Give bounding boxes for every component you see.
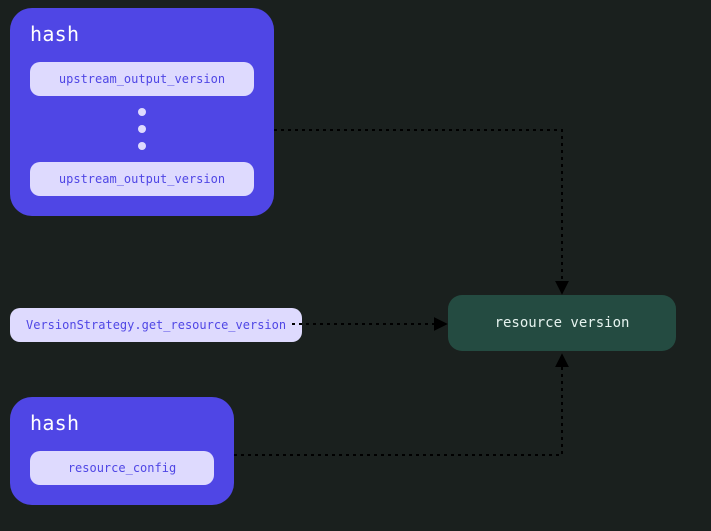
edge-hash-config-to-result — [234, 356, 562, 455]
upstream-output-version-pill-1: upstream_output_version — [30, 62, 254, 96]
hash-group-config: hash resource_config — [10, 397, 234, 505]
version-strategy-pill: VersionStrategy.get_resource_version — [10, 308, 302, 342]
resource-config-pill: resource_config — [30, 451, 214, 485]
hash-group-upstream: hash upstream_output_version upstream_ou… — [10, 8, 274, 216]
ellipsis-dots — [30, 96, 254, 162]
hash-group-config-title: hash — [30, 411, 214, 435]
upstream-output-version-pill-2: upstream_output_version — [30, 162, 254, 196]
hash-group-upstream-title: hash — [30, 22, 254, 46]
edge-hash-upstream-to-result — [274, 130, 562, 292]
resource-version-node: resource version — [448, 295, 676, 351]
